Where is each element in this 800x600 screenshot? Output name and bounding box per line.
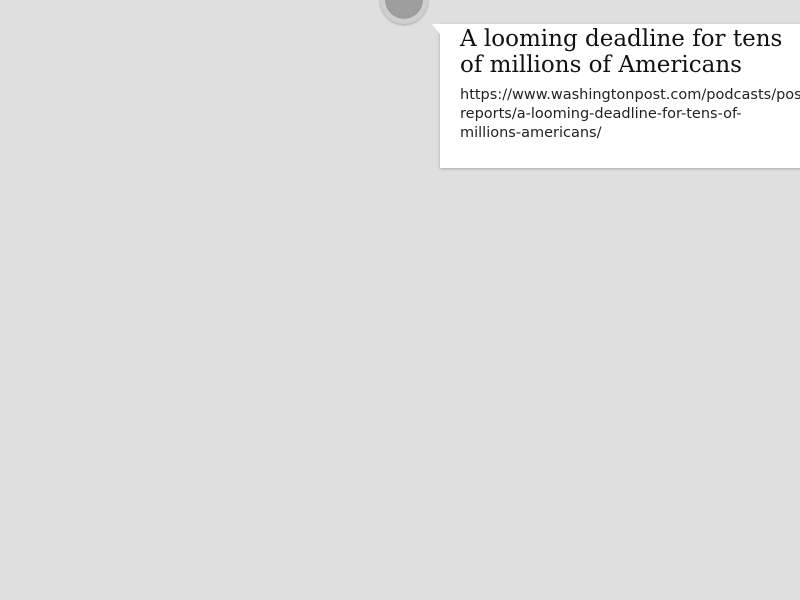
card-url-link[interactable]: https://www.washingtonpost.com/podcasts/… — [460, 86, 800, 143]
card-title: A looming deadline for tens of millions … — [460, 26, 783, 78]
link-preview-card[interactable]: A looming deadline for tens of millions … — [432, 24, 800, 168]
marker-center — [385, 0, 423, 19]
canvas: A looming deadline for tens of millions … — [0, 0, 800, 600]
circle-marker-icon[interactable] — [380, 0, 428, 24]
card-pointer — [432, 24, 440, 34]
